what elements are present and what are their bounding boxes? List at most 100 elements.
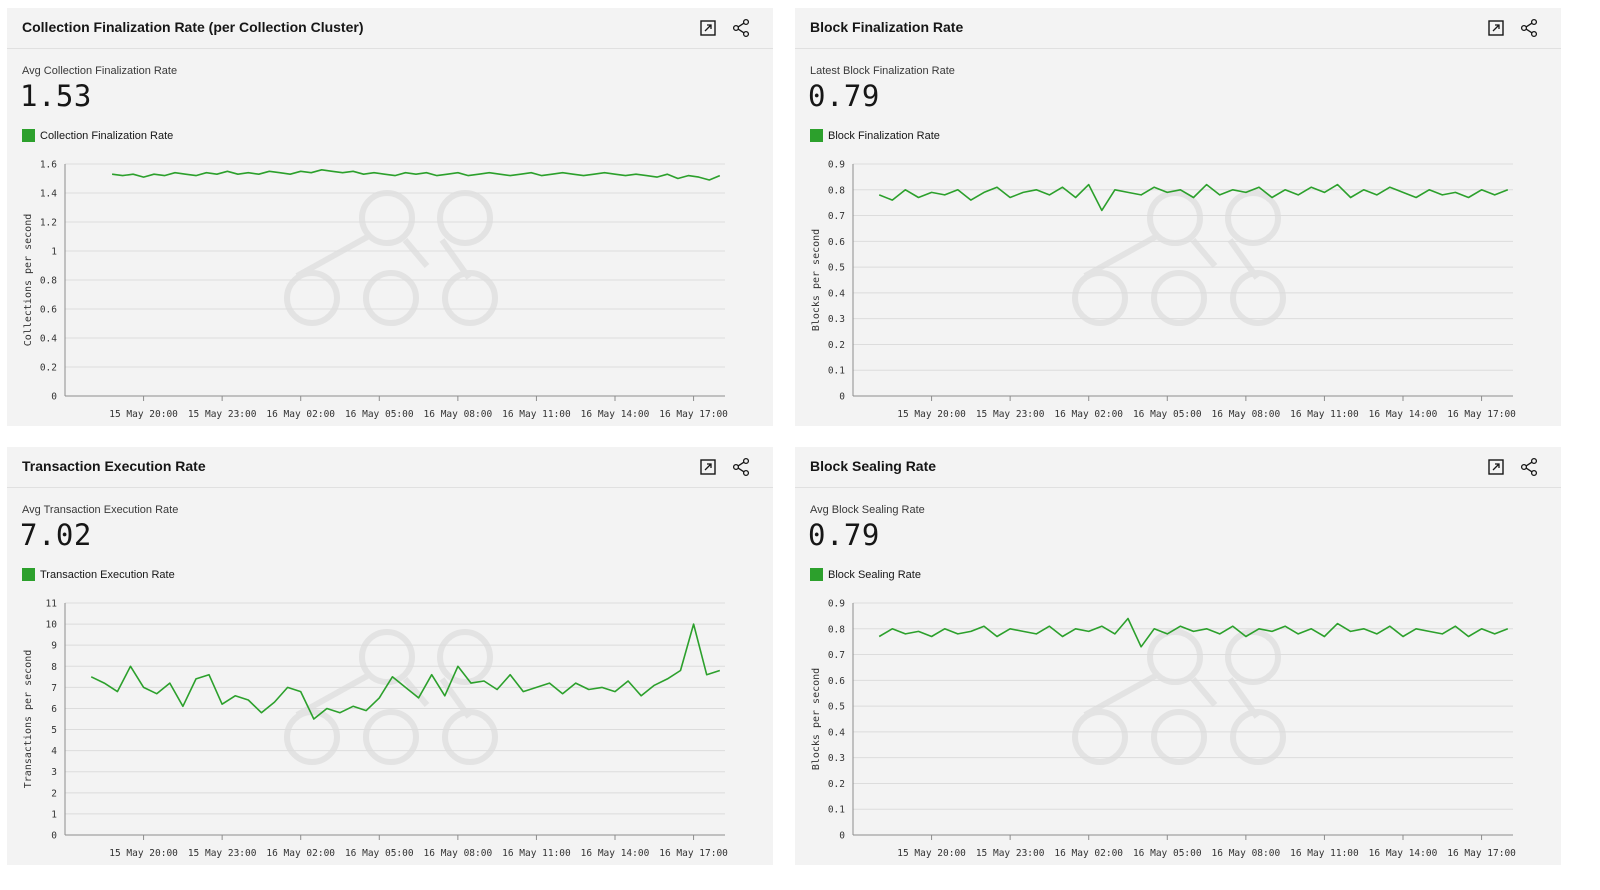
x-tick-label: 16 May 11:00 xyxy=(502,848,571,859)
panel-title: Block Sealing Rate xyxy=(810,458,937,474)
y-tick-label: 0 xyxy=(839,831,845,842)
y-tick-label: 0.8 xyxy=(40,276,57,287)
x-tick-label: 16 May 02:00 xyxy=(1054,848,1123,859)
watermark-stroke xyxy=(437,190,494,246)
watermark-logo xyxy=(1072,190,1287,326)
panel-title: Block Finalization Rate xyxy=(810,19,964,35)
watermark-stroke xyxy=(442,709,499,765)
watermark-logo xyxy=(284,629,499,765)
metric-value: 0.79 xyxy=(808,518,880,552)
y-tick-label: 0.7 xyxy=(828,650,845,661)
panel-block-finalization-rate: Block Finalization Rate Latest Block Fin… xyxy=(795,8,1561,426)
metric-label: Latest Block Finalization Rate xyxy=(810,65,955,77)
legend[interactable]: Block Sealing Rate xyxy=(810,568,921,581)
panel-title: Transaction Execution Rate xyxy=(22,458,206,474)
expand-icon[interactable] xyxy=(697,17,719,39)
y-tick-label: 2 xyxy=(51,788,57,799)
panel-transaction-execution-rate: Transaction Execution Rate Avg Transacti… xyxy=(7,447,773,865)
y-tick-label: 4 xyxy=(51,746,57,757)
share-icon[interactable] xyxy=(1518,456,1540,478)
watermark-logo xyxy=(284,190,499,326)
x-tick-label: 16 May 02:00 xyxy=(266,848,335,859)
y-tick-label: 1.6 xyxy=(40,160,57,171)
x-tick-label: 16 May 02:00 xyxy=(266,409,335,420)
expand-icon[interactable] xyxy=(1485,456,1507,478)
y-tick-label: 0.4 xyxy=(828,288,845,299)
watermark-stroke xyxy=(1147,190,1204,246)
x-tick-label: 16 May 08:00 xyxy=(424,409,493,420)
panel-header: Block Sealing Rate xyxy=(795,447,1561,488)
panel-block-sealing-rate: Block Sealing Rate Avg Block Sealing Rat… xyxy=(795,447,1561,865)
watermark-stroke xyxy=(1147,629,1204,685)
share-icon[interactable] xyxy=(730,456,752,478)
legend-label: Collection Finalization Rate xyxy=(40,129,174,142)
legend[interactable]: Transaction Execution Rate xyxy=(22,568,175,581)
panel-header: Collection Finalization Rate (per Collec… xyxy=(7,8,773,49)
y-tick-label: 6 xyxy=(51,704,57,715)
legend[interactable]: Collection Finalization Rate xyxy=(22,129,173,142)
y-tick-label: 1.2 xyxy=(40,218,57,229)
legend-swatch xyxy=(22,129,35,142)
y-tick-label: 0.2 xyxy=(828,340,845,351)
line-chart: 0 0.2 0.4 0.6 0.8 1 1.2 1.4 1.6 15 May 20:00 15 Ma… xyxy=(23,160,728,421)
y-tick-label: 7 xyxy=(51,683,57,694)
x-tick-label: 15 May 23:00 xyxy=(188,848,257,859)
watermark-stroke xyxy=(1230,709,1287,765)
watermark-stroke xyxy=(1072,709,1129,765)
panel-title: Collection Finalization Rate (per Collec… xyxy=(22,19,364,35)
y-tick-label: 3 xyxy=(51,767,57,778)
x-tick-label: 16 May 02:00 xyxy=(1054,409,1123,420)
series-line xyxy=(111,168,721,181)
metric-value: 0.79 xyxy=(808,79,880,113)
y-tick-label: 0.8 xyxy=(828,185,845,196)
x-tick-label: 15 May 20:00 xyxy=(109,848,178,859)
share-icon[interactable] xyxy=(1518,17,1540,39)
watermark-logo xyxy=(1072,629,1287,765)
legend-swatch xyxy=(22,568,35,581)
y-tick-label: 11 xyxy=(46,599,58,610)
legend-swatch xyxy=(810,568,823,581)
x-tick-label: 15 May 23:00 xyxy=(976,409,1045,420)
y-tick-label: 0.9 xyxy=(828,599,845,610)
x-tick-label: 15 May 20:00 xyxy=(897,409,966,420)
x-tick-label: 16 May 05:00 xyxy=(1133,409,1202,420)
metric-label: Avg Transaction Execution Rate xyxy=(22,504,179,516)
x-tick-label: 16 May 17:00 xyxy=(1447,848,1516,859)
y-tick-label: 0.1 xyxy=(828,366,845,377)
line-chart: 0 0.1 0.2 0.3 0.4 0.5 0.6 0.7 0.8 0.9 15 May 20:00… xyxy=(811,160,1516,421)
y-tick-label: 0 xyxy=(51,831,57,842)
x-tick-label: 16 May 11:00 xyxy=(1290,409,1359,420)
x-tick-label: 16 May 14:00 xyxy=(1369,409,1438,420)
y-tick-label: 0 xyxy=(839,392,845,403)
panel-header: Block Finalization Rate xyxy=(795,8,1561,49)
y-tick-label: 0.2 xyxy=(40,363,57,374)
x-tick-label: 16 May 05:00 xyxy=(1133,848,1202,859)
metric-label: Avg Block Sealing Rate xyxy=(810,504,925,516)
x-tick-label: 15 May 20:00 xyxy=(109,409,178,420)
x-tick-label: 16 May 14:00 xyxy=(1369,848,1438,859)
series-line xyxy=(878,183,1509,212)
legend[interactable]: Block Finalization Rate xyxy=(810,129,940,142)
x-tick-label: 16 May 08:00 xyxy=(424,848,493,859)
x-tick-label: 16 May 05:00 xyxy=(345,409,414,420)
x-tick-label: 15 May 23:00 xyxy=(188,409,257,420)
x-tick-label: 16 May 14:00 xyxy=(581,409,650,420)
y-tick-label: 0.7 xyxy=(828,211,845,222)
dashboard-grid: Collection Finalization Rate (per Collec… xyxy=(0,0,1600,890)
x-tick-label: 16 May 17:00 xyxy=(1447,409,1516,420)
y-tick-label: 0.6 xyxy=(828,676,845,687)
y-tick-label: 0.2 xyxy=(828,779,845,790)
y-tick-label: 0.4 xyxy=(828,727,845,738)
panel-collection-finalization-rate: Collection Finalization Rate (per Collec… xyxy=(7,8,773,426)
y-axis-label: Blocks per second xyxy=(811,229,822,331)
watermark-stroke xyxy=(1225,629,1282,685)
expand-icon[interactable] xyxy=(1485,17,1507,39)
y-tick-label: 0.3 xyxy=(828,314,845,325)
y-tick-label: 0.8 xyxy=(828,624,845,635)
y-tick-label: 1 xyxy=(51,809,57,820)
share-icon[interactable] xyxy=(730,17,752,39)
expand-icon[interactable] xyxy=(697,456,719,478)
panel-header: Transaction Execution Rate xyxy=(7,447,773,488)
y-tick-label: 10 xyxy=(46,620,58,631)
x-tick-label: 16 May 14:00 xyxy=(581,848,650,859)
